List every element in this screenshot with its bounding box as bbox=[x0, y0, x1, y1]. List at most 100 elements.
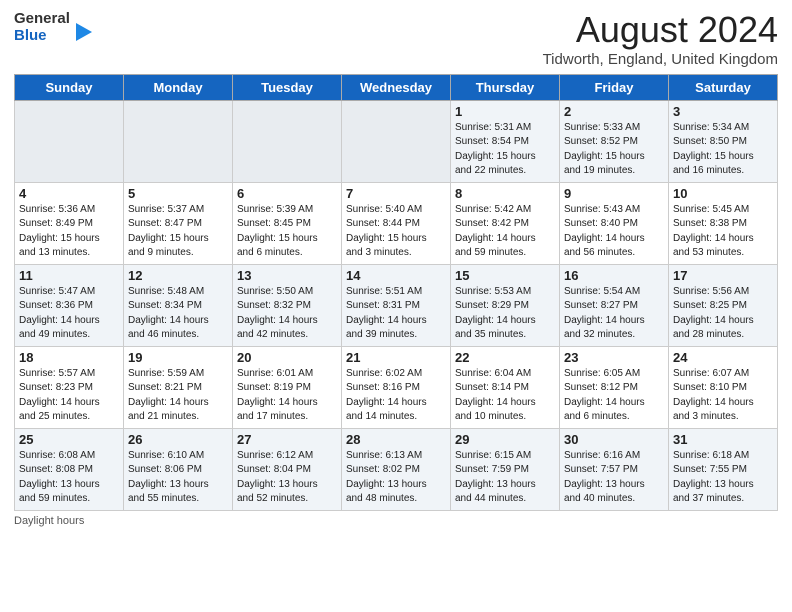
logo-line1: General bbox=[14, 10, 70, 27]
page: General Blue August 2024 Tidworth, Engla… bbox=[0, 0, 792, 533]
table-row: 11 Sunrise: 5:47 AMSunset: 8:36 PMDayligh… bbox=[15, 264, 124, 346]
table-row: 15 Sunrise: 5:53 AMSunset: 8:29 PMDayligh… bbox=[451, 264, 560, 346]
day-info: Sunrise: 5:33 AMSunset: 8:52 PMDaylight:… bbox=[564, 121, 664, 179]
calendar-subtitle: Tidworth, England, United Kingdom bbox=[543, 51, 778, 68]
table-row: 31 Sunrise: 6:18 AMSunset: 7:55 PMDayligh… bbox=[669, 428, 778, 510]
day-number: 29 bbox=[455, 432, 555, 447]
day-number: 15 bbox=[455, 268, 555, 283]
col-wednesday: Wednesday bbox=[342, 74, 451, 100]
table-row: 10 Sunrise: 5:45 AMSunset: 8:38 PMDayligh… bbox=[669, 182, 778, 264]
header: General Blue August 2024 Tidworth, Engla… bbox=[14, 10, 778, 68]
table-row: 21Sunrise: 6:02 AMSunset: 8:16 PMDayligh… bbox=[342, 346, 451, 428]
col-friday: Friday bbox=[560, 74, 669, 100]
day-number: 7 bbox=[346, 186, 446, 201]
day-number: 9 bbox=[564, 186, 664, 201]
table-row: 17 Sunrise: 5:56 AMSunset: 8:25 PMDayligh… bbox=[669, 264, 778, 346]
logo: General Blue bbox=[14, 10, 94, 45]
table-row: 29Sunrise: 6:15 AMSunset: 7:59 PMDayligh… bbox=[451, 428, 560, 510]
table-row: 5Sunrise: 5:37 AMSunset: 8:47 PMDaylight… bbox=[124, 182, 233, 264]
table-row: 28 Sunrise: 6:13 AMSunset: 8:02 PMDayligh… bbox=[342, 428, 451, 510]
day-info: Sunrise: 5:56 AMSunset: 8:25 PMDaylight:… bbox=[673, 285, 773, 343]
day-info: Sunrise: 5:40 AMSunset: 8:44 PMDaylight:… bbox=[346, 203, 446, 261]
day-info: Sunrise: 6:13 AMSunset: 8:02 PMDaylight:… bbox=[346, 449, 446, 507]
day-number: 5 bbox=[128, 186, 228, 201]
logo-triangle-icon bbox=[72, 21, 94, 43]
daylight-label: Daylight hours bbox=[14, 515, 84, 527]
table-row: 26 Sunrise: 6:10 AMSunset: 8:06 PMDayligh… bbox=[124, 428, 233, 510]
table-row: 30 Sunrise: 6:16 AMSunset: 7:57 PMDayligh… bbox=[560, 428, 669, 510]
col-thursday: Thursday bbox=[451, 74, 560, 100]
day-info: Sunrise: 5:43 AMSunset: 8:40 PMDaylight:… bbox=[564, 203, 664, 261]
calendar-week-row: 11 Sunrise: 5:47 AMSunset: 8:36 PMDayligh… bbox=[15, 264, 778, 346]
table-row bbox=[342, 100, 451, 182]
table-row: 13 Sunrise: 5:50 AMSunset: 8:32 PMDayligh… bbox=[233, 264, 342, 346]
calendar-table: Sunday Monday Tuesday Wednesday Thursday… bbox=[14, 74, 778, 511]
day-info: Sunrise: 5:59 AMSunset: 8:21 PMDaylight:… bbox=[128, 367, 228, 425]
calendar-title: August 2024 bbox=[543, 10, 778, 50]
day-number: 2 bbox=[564, 104, 664, 119]
day-number: 8 bbox=[455, 186, 555, 201]
day-number: 31 bbox=[673, 432, 773, 447]
day-info: Sunrise: 6:10 AMSunset: 8:06 PMDaylight:… bbox=[128, 449, 228, 507]
table-row: 4Sunrise: 5:36 AMSunset: 8:49 PMDaylight… bbox=[15, 182, 124, 264]
day-number: 27 bbox=[237, 432, 337, 447]
table-row: 18 Sunrise: 5:57 AMSunset: 8:23 PMDayligh… bbox=[15, 346, 124, 428]
table-row: 9 Sunrise: 5:43 AMSunset: 8:40 PMDaylight… bbox=[560, 182, 669, 264]
day-number: 10 bbox=[673, 186, 773, 201]
day-info: Sunrise: 6:04 AMSunset: 8:14 PMDaylight:… bbox=[455, 367, 555, 425]
calendar-week-row: 1Sunrise: 5:31 AMSunset: 8:54 PMDaylight… bbox=[15, 100, 778, 182]
day-number: 14 bbox=[346, 268, 446, 283]
table-row bbox=[233, 100, 342, 182]
day-number: 16 bbox=[564, 268, 664, 283]
table-row: 12 Sunrise: 5:48 AMSunset: 8:34 PMDayligh… bbox=[124, 264, 233, 346]
day-number: 18 bbox=[19, 350, 119, 365]
col-tuesday: Tuesday bbox=[233, 74, 342, 100]
day-number: 21 bbox=[346, 350, 446, 365]
day-info: Sunrise: 5:54 AMSunset: 8:27 PMDaylight:… bbox=[564, 285, 664, 343]
day-info: Sunrise: 6:12 AMSunset: 8:04 PMDaylight:… bbox=[237, 449, 337, 507]
day-number: 11 bbox=[19, 268, 119, 283]
table-row bbox=[124, 100, 233, 182]
day-info: Sunrise: 5:50 AMSunset: 8:32 PMDaylight:… bbox=[237, 285, 337, 343]
table-row: 7 Sunrise: 5:40 AMSunset: 8:44 PMDaylight… bbox=[342, 182, 451, 264]
day-info: Sunrise: 5:57 AMSunset: 8:23 PMDaylight:… bbox=[19, 367, 119, 425]
table-row: 27 Sunrise: 6:12 AMSunset: 8:04 PMDayligh… bbox=[233, 428, 342, 510]
day-info: Sunrise: 5:45 AMSunset: 8:38 PMDaylight:… bbox=[673, 203, 773, 261]
calendar-week-row: 4Sunrise: 5:36 AMSunset: 8:49 PMDaylight… bbox=[15, 182, 778, 264]
day-info: Sunrise: 5:34 AMSunset: 8:50 PMDaylight:… bbox=[673, 121, 773, 179]
day-number: 20 bbox=[237, 350, 337, 365]
table-row: 22Sunrise: 6:04 AMSunset: 8:14 PMDayligh… bbox=[451, 346, 560, 428]
col-sunday: Sunday bbox=[15, 74, 124, 100]
day-number: 23 bbox=[564, 350, 664, 365]
day-info: Sunrise: 5:48 AMSunset: 8:34 PMDaylight:… bbox=[128, 285, 228, 343]
calendar-week-row: 25Sunrise: 6:08 AMSunset: 8:08 PMDayligh… bbox=[15, 428, 778, 510]
table-row: 14Sunrise: 5:51 AMSunset: 8:31 PMDayligh… bbox=[342, 264, 451, 346]
day-info: Sunrise: 5:47 AMSunset: 8:36 PMDaylight:… bbox=[19, 285, 119, 343]
day-info: Sunrise: 6:18 AMSunset: 7:55 PMDaylight:… bbox=[673, 449, 773, 507]
day-info: Sunrise: 5:42 AMSunset: 8:42 PMDaylight:… bbox=[455, 203, 555, 261]
day-info: Sunrise: 5:53 AMSunset: 8:29 PMDaylight:… bbox=[455, 285, 555, 343]
calendar-week-row: 18 Sunrise: 5:57 AMSunset: 8:23 PMDayligh… bbox=[15, 346, 778, 428]
day-info: Sunrise: 6:16 AMSunset: 7:57 PMDaylight:… bbox=[564, 449, 664, 507]
table-row: 8 Sunrise: 5:42 AMSunset: 8:42 PMDaylight… bbox=[451, 182, 560, 264]
day-number: 12 bbox=[128, 268, 228, 283]
table-row: 1Sunrise: 5:31 AMSunset: 8:54 PMDaylight… bbox=[451, 100, 560, 182]
table-row: 19Sunrise: 5:59 AMSunset: 8:21 PMDayligh… bbox=[124, 346, 233, 428]
day-number: 26 bbox=[128, 432, 228, 447]
day-info: Sunrise: 5:31 AMSunset: 8:54 PMDaylight:… bbox=[455, 121, 555, 179]
day-number: 28 bbox=[346, 432, 446, 447]
day-number: 4 bbox=[19, 186, 119, 201]
table-row: 3Sunrise: 5:34 AMSunset: 8:50 PMDaylight… bbox=[669, 100, 778, 182]
table-row: 25Sunrise: 6:08 AMSunset: 8:08 PMDayligh… bbox=[15, 428, 124, 510]
table-row bbox=[15, 100, 124, 182]
day-info: Sunrise: 6:01 AMSunset: 8:19 PMDaylight:… bbox=[237, 367, 337, 425]
day-number: 17 bbox=[673, 268, 773, 283]
table-row: 16 Sunrise: 5:54 AMSunset: 8:27 PMDayligh… bbox=[560, 264, 669, 346]
day-number: 30 bbox=[564, 432, 664, 447]
header-row: Sunday Monday Tuesday Wednesday Thursday… bbox=[15, 74, 778, 100]
table-row: 23Sunrise: 6:05 AMSunset: 8:12 PMDayligh… bbox=[560, 346, 669, 428]
table-row: 24Sunrise: 6:07 AMSunset: 8:10 PMDayligh… bbox=[669, 346, 778, 428]
col-saturday: Saturday bbox=[669, 74, 778, 100]
day-info: Sunrise: 5:39 AMSunset: 8:45 PMDaylight:… bbox=[237, 203, 337, 261]
day-number: 13 bbox=[237, 268, 337, 283]
